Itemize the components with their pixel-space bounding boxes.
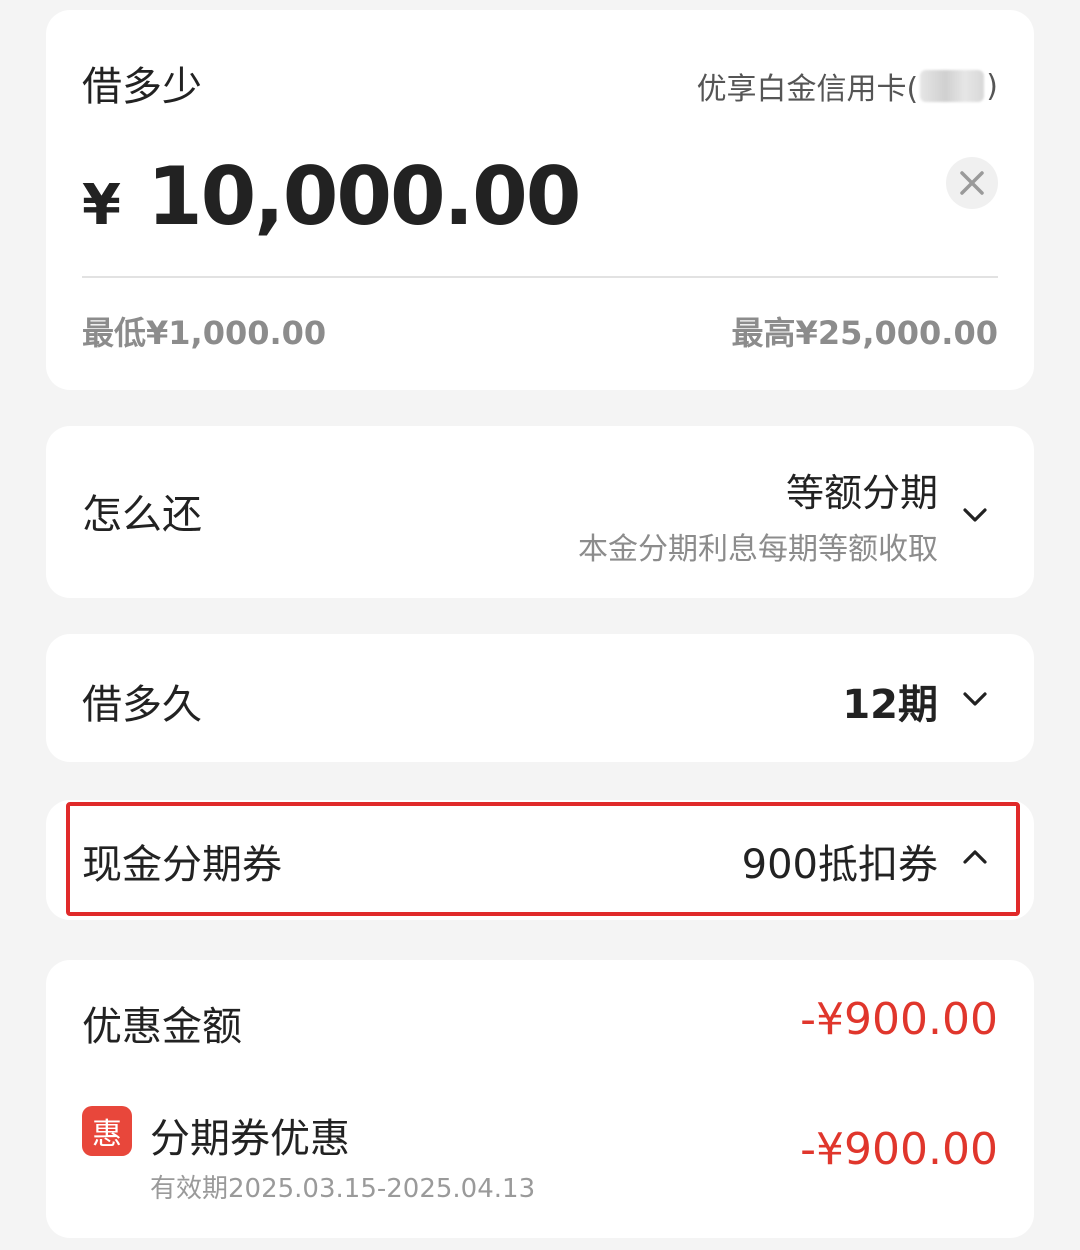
repayment-method-row[interactable]: 怎么还 等额分期 本金分期利息每期等额收取 [46, 426, 1034, 598]
discount-title: 优惠金额 [82, 1004, 242, 1050]
discount-card: 优惠金额 -¥900.00 惠 分期券优惠 有效期2025.03.15-2025… [46, 960, 1034, 1238]
highlight-box [66, 802, 1020, 916]
discount-total-amount: -¥900.00 [800, 994, 998, 1045]
close-icon [960, 171, 984, 195]
min-amount-label: 最低¥1,000.00 [82, 314, 327, 352]
amount-value: 10,000.00 [146, 150, 581, 243]
chevron-down-icon [963, 508, 987, 522]
amount-input[interactable]: ¥ 10,000.00 [82, 150, 581, 243]
repayment-method-description: 本金分期利息每期等额收取 [578, 532, 938, 567]
loan-amount-title: 借多少 [82, 64, 202, 110]
divider [82, 276, 998, 278]
clear-amount-button[interactable] [946, 157, 998, 209]
loan-term-value: 12期 [842, 682, 938, 728]
coupon-discount-amount: -¥900.00 [800, 1124, 998, 1175]
loan-term-row[interactable]: 借多久 12期 [46, 634, 1034, 762]
loan-term-title: 借多久 [82, 682, 202, 728]
repayment-method-value: 等额分期 [785, 471, 938, 515]
chevron-down-icon [963, 692, 987, 706]
credit-card-name-close: ) [986, 68, 998, 104]
discount-badge-icon: 惠 [82, 1106, 132, 1156]
currency-symbol: ¥ [82, 173, 121, 238]
coupon-validity-period: 有效期2025.03.15-2025.04.13 [150, 1174, 536, 1204]
credit-card-selector[interactable]: 优享白金信用卡( ) [697, 64, 998, 108]
coupon-discount-label: 分期券优惠 [150, 1116, 350, 1162]
masked-card-number [920, 70, 985, 102]
max-amount-label: 最高¥25,000.00 [731, 314, 998, 352]
loan-amount-card: 借多少 优享白金信用卡( ) ¥ 10,000.00 最低¥1,000.00 最… [46, 10, 1034, 390]
repayment-title: 怎么还 [82, 492, 202, 538]
credit-card-name: 优享白金信用卡( [696, 72, 919, 107]
